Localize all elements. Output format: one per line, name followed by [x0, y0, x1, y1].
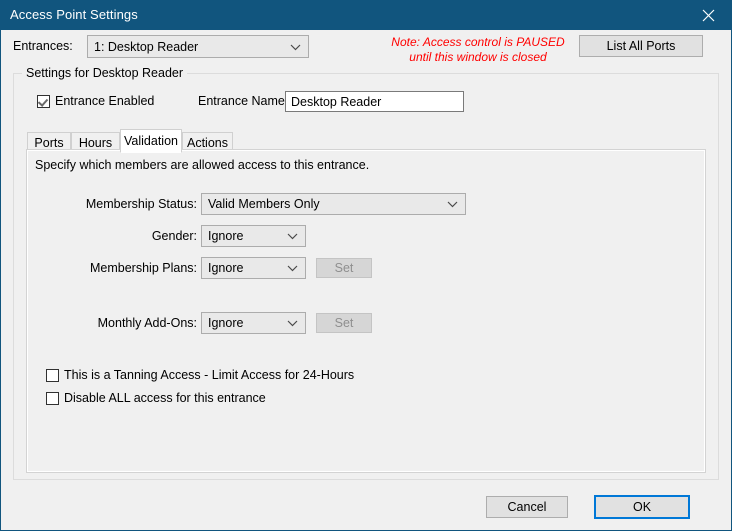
tab-actions-label: Actions	[187, 136, 228, 150]
entrance-name-label: Entrance Name:	[198, 94, 288, 108]
monthly-addons-value: Ignore	[202, 316, 243, 330]
cancel-button-label: Cancel	[508, 500, 547, 514]
access-point-settings-window: Access Point Settings Entrances: 1: Desk…	[0, 0, 732, 531]
entrances-select-value: 1: Desktop Reader	[88, 40, 198, 54]
gender-value: Ignore	[202, 229, 243, 243]
chevron-down-icon	[287, 233, 298, 240]
membership-plans-select[interactable]: Ignore	[201, 257, 306, 279]
set-membership-plans-label: Set	[335, 261, 354, 275]
set-membership-plans-button[interactable]: Set	[316, 258, 372, 278]
membership-status-label: Membership Status:	[59, 197, 197, 211]
tanning-access-checkbox[interactable]: This is a Tanning Access - Limit Access …	[46, 368, 354, 382]
settings-groupbox-title: Settings for Desktop Reader	[22, 66, 187, 80]
set-monthly-addons-label: Set	[335, 316, 354, 330]
ok-button-label: OK	[633, 500, 651, 514]
close-icon[interactable]	[685, 1, 731, 30]
ok-button[interactable]: OK	[594, 495, 690, 519]
monthly-addons-select[interactable]: Ignore	[201, 312, 306, 334]
chevron-down-icon	[287, 265, 298, 272]
membership-plans-label: Membership Plans:	[59, 261, 197, 275]
title-bar: Access Point Settings	[1, 1, 731, 30]
tab-ports-label: Ports	[34, 136, 63, 150]
cancel-button[interactable]: Cancel	[486, 496, 568, 518]
window-title: Access Point Settings	[10, 7, 138, 22]
tab-actions[interactable]: Actions	[182, 132, 233, 152]
gender-select[interactable]: Ignore	[201, 225, 306, 247]
checkbox-icon	[46, 369, 59, 382]
paused-note-line1: Note: Access control is PAUSED	[391, 35, 564, 49]
set-monthly-addons-button[interactable]: Set	[316, 313, 372, 333]
membership-status-select[interactable]: Valid Members Only	[201, 193, 466, 215]
entrance-enabled-label: Entrance Enabled	[55, 94, 154, 108]
paused-note-line2: until this window is closed	[378, 50, 578, 65]
checkbox-icon	[37, 95, 50, 108]
tab-hours-label: Hours	[79, 136, 112, 150]
entrances-label: Entrances:	[13, 39, 73, 53]
chevron-down-icon	[447, 201, 458, 208]
list-all-ports-button[interactable]: List All Ports	[579, 35, 703, 57]
tab-validation[interactable]: Validation	[120, 129, 182, 153]
membership-status-value: Valid Members Only	[202, 197, 320, 211]
list-all-ports-label: List All Ports	[607, 39, 676, 53]
gender-label: Gender:	[59, 229, 197, 243]
chevron-down-icon	[290, 43, 301, 50]
tab-ports[interactable]: Ports	[27, 132, 71, 152]
chevron-down-icon	[287, 320, 298, 327]
entrance-name-value: Desktop Reader	[291, 95, 381, 109]
tanning-access-label: This is a Tanning Access - Limit Access …	[64, 368, 354, 382]
panel-description: Specify which members are allowed access…	[35, 158, 369, 172]
membership-plans-value: Ignore	[202, 261, 243, 275]
paused-note: Note: Access control is PAUSED until thi…	[378, 35, 578, 65]
tab-validation-label: Validation	[124, 134, 178, 148]
entrance-name-input[interactable]: Desktop Reader	[285, 91, 464, 112]
disable-all-access-label: Disable ALL access for this entrance	[64, 391, 266, 405]
tab-hours[interactable]: Hours	[71, 132, 120, 152]
entrance-enabled-checkbox[interactable]: Entrance Enabled	[37, 94, 154, 108]
disable-all-access-checkbox[interactable]: Disable ALL access for this entrance	[46, 391, 266, 405]
checkbox-icon	[46, 392, 59, 405]
monthly-addons-label: Monthly Add-Ons:	[59, 316, 197, 330]
entrances-select[interactable]: 1: Desktop Reader	[87, 35, 309, 58]
